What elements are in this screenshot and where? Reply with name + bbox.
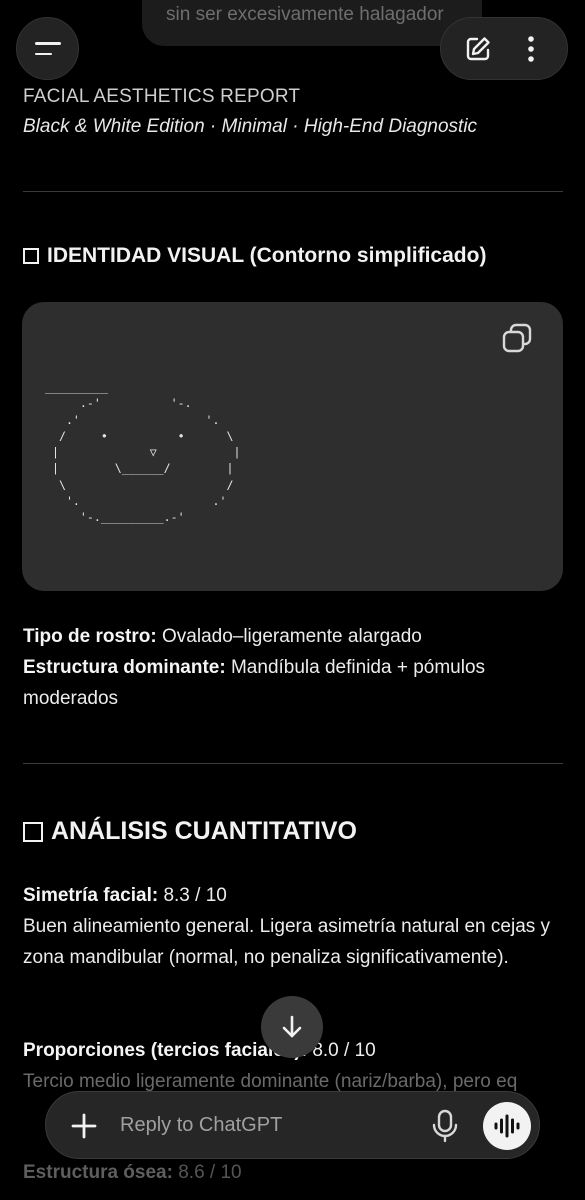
bone-structure-line: Estructura ósea: 8.6 / 10 xyxy=(23,1162,242,1184)
reply-input[interactable]: Reply to ChatGPT xyxy=(120,1114,282,1137)
face-type-line: Tipo de rostro: Ovalado–ligeramente alar… xyxy=(23,621,563,652)
proportions-description: Tercio medio ligeramente dominante (nari… xyxy=(23,1071,518,1092)
more-vertical-icon[interactable] xyxy=(511,29,551,69)
symmetry-block: Simetría facial: 8.3 / 10 Buen alineamie… xyxy=(23,880,563,973)
checkbox-glyph-icon xyxy=(23,821,43,842)
section-heading-text: IDENTIDAD VISUAL (Contorno simplificado) xyxy=(47,244,487,267)
header-actions xyxy=(440,17,568,80)
divider xyxy=(23,763,563,764)
proportions-label: Proporciones (tercios faciales): xyxy=(23,1040,308,1061)
report-title: FACIAL AESTHETICS REPORT xyxy=(23,86,301,107)
report-subtitle: Black & White Edition · Minimal · High-E… xyxy=(23,116,478,137)
waveform-icon xyxy=(494,1114,520,1138)
face-type-label: Tipo de rostro: xyxy=(23,626,157,647)
checkbox-glyph-icon xyxy=(23,248,39,264)
structure-label: Estructura dominante: xyxy=(23,657,226,678)
menu-button[interactable] xyxy=(16,17,79,80)
face-type-value: Ovalado–ligeramente alargado xyxy=(156,626,422,647)
menu-icon xyxy=(34,41,61,56)
ascii-face-outline: _________ .-' '-. .' '. / • • \ | ▽ | | … xyxy=(45,380,241,525)
structure-line: Estructura dominante: Mandíbula definida… xyxy=(23,652,563,714)
section-heading-identity: IDENTIDAD VISUAL (Contorno simplificado) xyxy=(23,244,486,268)
edit-icon[interactable] xyxy=(458,29,498,69)
section-heading-text: ANÁLISIS CUANTITATIVO xyxy=(51,817,358,845)
bone-label: Estructura ósea: xyxy=(23,1162,173,1183)
divider xyxy=(23,191,563,192)
copy-icon[interactable] xyxy=(501,322,533,354)
symmetry-label: Simetría facial: xyxy=(23,885,159,906)
symmetry-value: 8.3 / 10 xyxy=(158,885,227,906)
section-heading-analysis: ANÁLISIS CUANTITATIVO xyxy=(23,817,357,846)
scroll-down-button[interactable] xyxy=(261,996,323,1058)
arrow-down-icon xyxy=(282,1015,302,1038)
microphone-icon[interactable] xyxy=(428,1108,462,1144)
symmetry-description: Buen alineamiento general. Ligera asimet… xyxy=(23,916,551,968)
previous-user-message: sin ser excesivamente halagador xyxy=(142,0,482,46)
composer: Reply to ChatGPT xyxy=(45,1091,540,1159)
code-block: _________ .-' '-. .' '. / • • \ | ▽ | | … xyxy=(22,302,563,591)
voice-mode-button[interactable] xyxy=(483,1102,531,1150)
bone-value: 8.6 / 10 xyxy=(172,1162,242,1183)
previous-message-text: sin ser excesivamente halagador xyxy=(166,4,444,25)
plus-icon[interactable] xyxy=(68,1110,100,1142)
